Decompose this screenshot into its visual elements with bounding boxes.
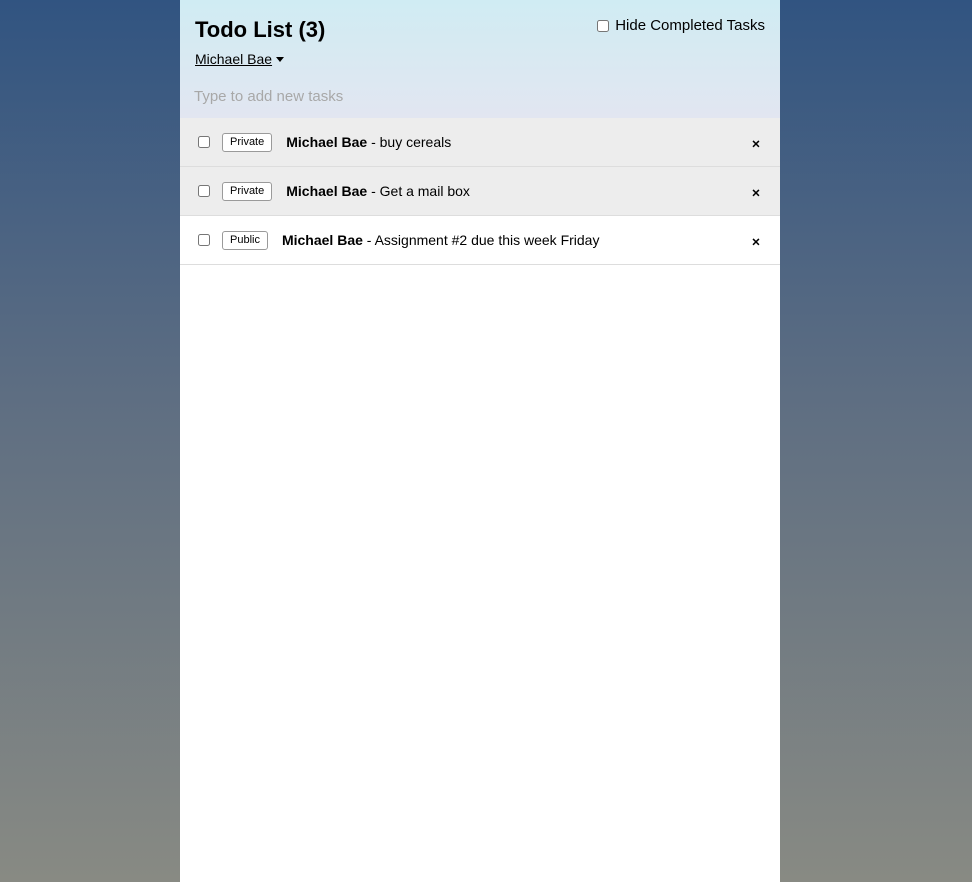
task-row: Private Michael Bae - buy cereals ×	[180, 118, 780, 167]
toggle-privacy-button[interactable]: Private	[222, 181, 273, 201]
hide-completed-checkbox[interactable]	[597, 19, 610, 32]
task-separator: -	[367, 134, 380, 150]
task-description: Get a mail box	[379, 183, 470, 199]
close-icon[interactable]: ×	[752, 136, 760, 150]
task-row: Public Michael Bae - Assignment #2 due t…	[180, 216, 780, 265]
task-complete-checkbox[interactable]	[198, 136, 210, 148]
task-text: Michael Bae - buy cereals	[286, 134, 451, 150]
toggle-privacy-button[interactable]: Private	[222, 132, 273, 152]
task-owner: Michael Bae	[281, 232, 363, 248]
task-complete-checkbox[interactable]	[198, 234, 210, 246]
task-complete-checkbox[interactable]	[198, 185, 210, 197]
hide-completed-label: Hide Completed Tasks	[615, 17, 765, 34]
task-text: Michael Bae - Assignment #2 due this wee…	[282, 232, 600, 248]
app-header: Todo List (3) Hide Completed Tasks Micha…	[180, 0, 780, 118]
close-icon[interactable]: ×	[752, 234, 760, 248]
task-list: Private Michael Bae - buy cereals × Priv…	[180, 118, 780, 265]
task-description: buy cereals	[379, 134, 452, 150]
caret-down-icon	[276, 56, 285, 62]
task-separator: -	[362, 232, 375, 248]
page-title: Todo List (3)	[195, 17, 326, 42]
new-task-input[interactable]	[194, 84, 754, 108]
close-icon[interactable]: ×	[752, 185, 760, 199]
task-row: Private Michael Bae - Get a mail box ×	[180, 167, 780, 216]
task-owner: Michael Bae	[286, 134, 368, 150]
hide-completed-toggle[interactable]: Hide Completed Tasks	[597, 17, 765, 34]
task-owner: Michael Bae	[286, 183, 368, 199]
task-text: Michael Bae - Get a mail box	[286, 183, 470, 199]
todo-app-container: Todo List (3) Hide Completed Tasks Micha…	[180, 0, 780, 882]
toggle-privacy-button[interactable]: Public	[222, 230, 268, 250]
task-separator: -	[367, 183, 380, 199]
user-menu-dropdown[interactable]: Michael Bae	[195, 51, 285, 67]
user-menu-label: Michael Bae	[195, 51, 273, 67]
task-description: Assignment #2 due this week Friday	[374, 232, 600, 248]
